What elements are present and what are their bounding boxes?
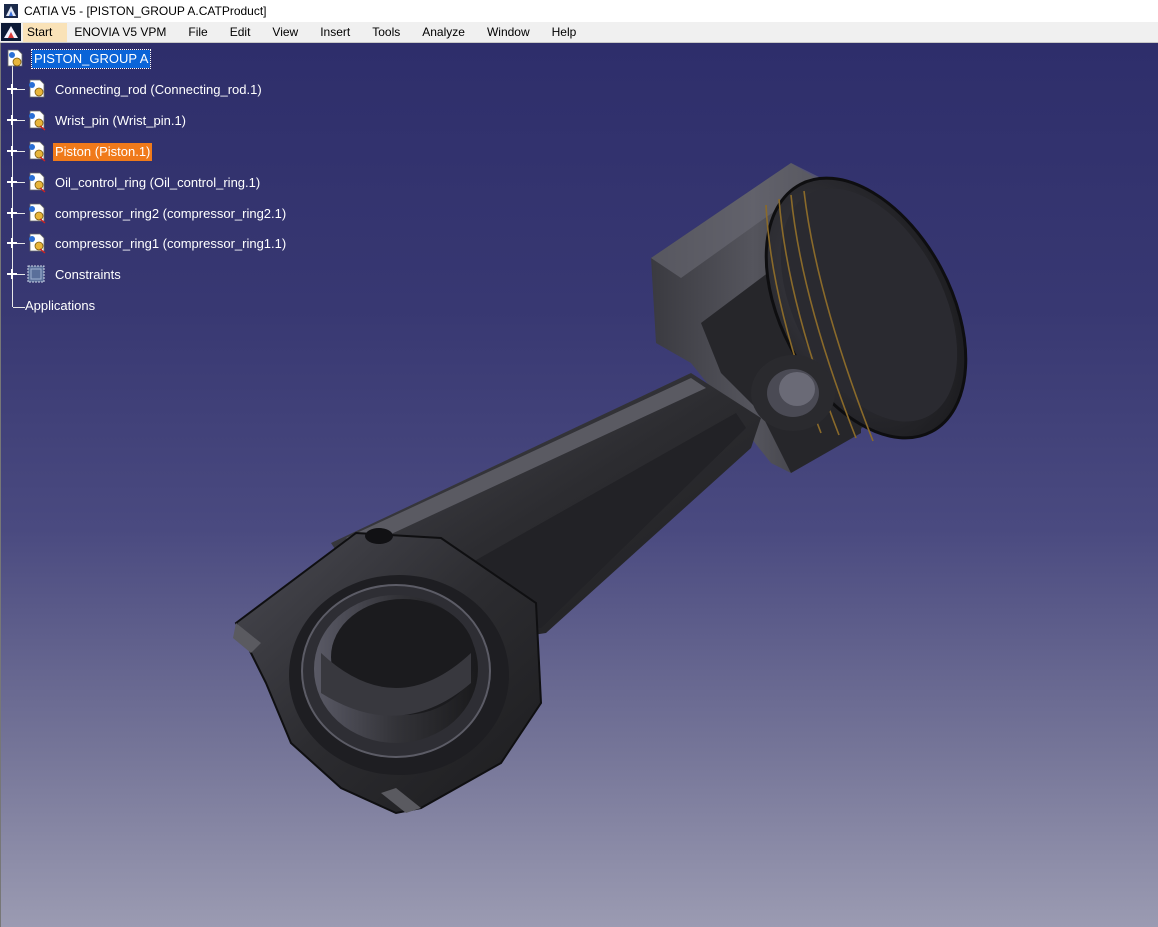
expand-plus-icon[interactable] bbox=[7, 208, 17, 218]
expand-plus-icon[interactable] bbox=[7, 177, 17, 187]
rod-small-end bbox=[751, 355, 835, 431]
menu-view[interactable]: View bbox=[261, 23, 309, 42]
tree-item-wrist-pin[interactable]: Wrist_pin (Wrist_pin.1) bbox=[1, 109, 301, 131]
specification-tree[interactable]: PISTON_GROUP A Connecting_rod (Connectin… bbox=[1, 43, 301, 323]
tree-item-label[interactable]: Constraints bbox=[53, 266, 123, 284]
menu-window[interactable]: Window bbox=[476, 23, 541, 42]
tree-item-label[interactable]: Connecting_rod (Connecting_rod.1) bbox=[53, 81, 264, 99]
part-icon bbox=[26, 78, 48, 100]
tree-item-oil-control-ring[interactable]: Oil_control_ring (Oil_control_ring.1) bbox=[1, 171, 301, 193]
tree-root-label[interactable]: PISTON_GROUP A bbox=[30, 49, 152, 69]
part-icon bbox=[26, 109, 48, 131]
menu-file[interactable]: File bbox=[177, 23, 218, 42]
catia-app-icon bbox=[4, 4, 18, 18]
expand-plus-icon[interactable] bbox=[7, 146, 17, 156]
tree-item-label[interactable]: Applications bbox=[23, 297, 97, 315]
menu-insert[interactable]: Insert bbox=[309, 23, 361, 42]
menu-enovia[interactable]: ENOVIA V5 VPM bbox=[68, 23, 177, 42]
tree-item-label[interactable]: Oil_control_ring (Oil_control_ring.1) bbox=[53, 174, 262, 192]
menu-start[interactable]: Start bbox=[23, 22, 68, 42]
expand-plus-icon[interactable] bbox=[7, 238, 17, 248]
tree-item-applications[interactable]: Applications bbox=[1, 295, 301, 315]
expand-plus-icon[interactable] bbox=[7, 115, 17, 125]
menu-edit[interactable]: Edit bbox=[219, 23, 262, 42]
menu-tools[interactable]: Tools bbox=[361, 23, 411, 42]
part-icon bbox=[26, 140, 48, 162]
product-icon bbox=[5, 48, 27, 70]
tree-item-piston[interactable]: Piston (Piston.1) bbox=[1, 140, 301, 162]
tree-item-connecting-rod[interactable]: Connecting_rod (Connecting_rod.1) bbox=[1, 79, 301, 99]
tree-item-label[interactable]: compressor_ring1 (compressor_ring1.1) bbox=[53, 235, 288, 253]
tree-item-constraints[interactable]: Constraints bbox=[1, 264, 301, 284]
tree-item-compressor-ring1[interactable]: compressor_ring1 (compressor_ring1.1) bbox=[1, 232, 301, 254]
catia-logo-icon[interactable] bbox=[1, 23, 21, 41]
menu-help[interactable]: Help bbox=[541, 23, 588, 42]
tree-item-label[interactable]: compressor_ring2 (compressor_ring2.1) bbox=[53, 205, 288, 223]
tree-item-label-selected[interactable]: Piston (Piston.1) bbox=[53, 143, 153, 161]
tree-item-label[interactable]: Wrist_pin (Wrist_pin.1) bbox=[53, 112, 188, 130]
title-bar: CATIA V5 - [PISTON_GROUP A.CATProduct] bbox=[0, 0, 1158, 22]
menu-analyze[interactable]: Analyze bbox=[411, 23, 476, 42]
expand-plus-icon[interactable] bbox=[7, 269, 17, 279]
menu-bar: Start ENOVIA V5 VPM File Edit View Inser… bbox=[0, 22, 1158, 43]
tree-root-node[interactable]: PISTON_GROUP A bbox=[1, 48, 201, 70]
part-icon bbox=[26, 232, 48, 254]
part-icon bbox=[26, 202, 48, 224]
part-icon bbox=[26, 171, 48, 193]
constraints-icon bbox=[26, 263, 48, 285]
3d-viewport[interactable]: PISTON_GROUP A Connecting_rod (Connectin… bbox=[0, 43, 1158, 927]
expand-plus-icon[interactable] bbox=[7, 84, 17, 94]
tree-item-compressor-ring2[interactable]: compressor_ring2 (compressor_ring2.1) bbox=[1, 202, 301, 224]
window-title: CATIA V5 - [PISTON_GROUP A.CATProduct] bbox=[24, 4, 267, 18]
